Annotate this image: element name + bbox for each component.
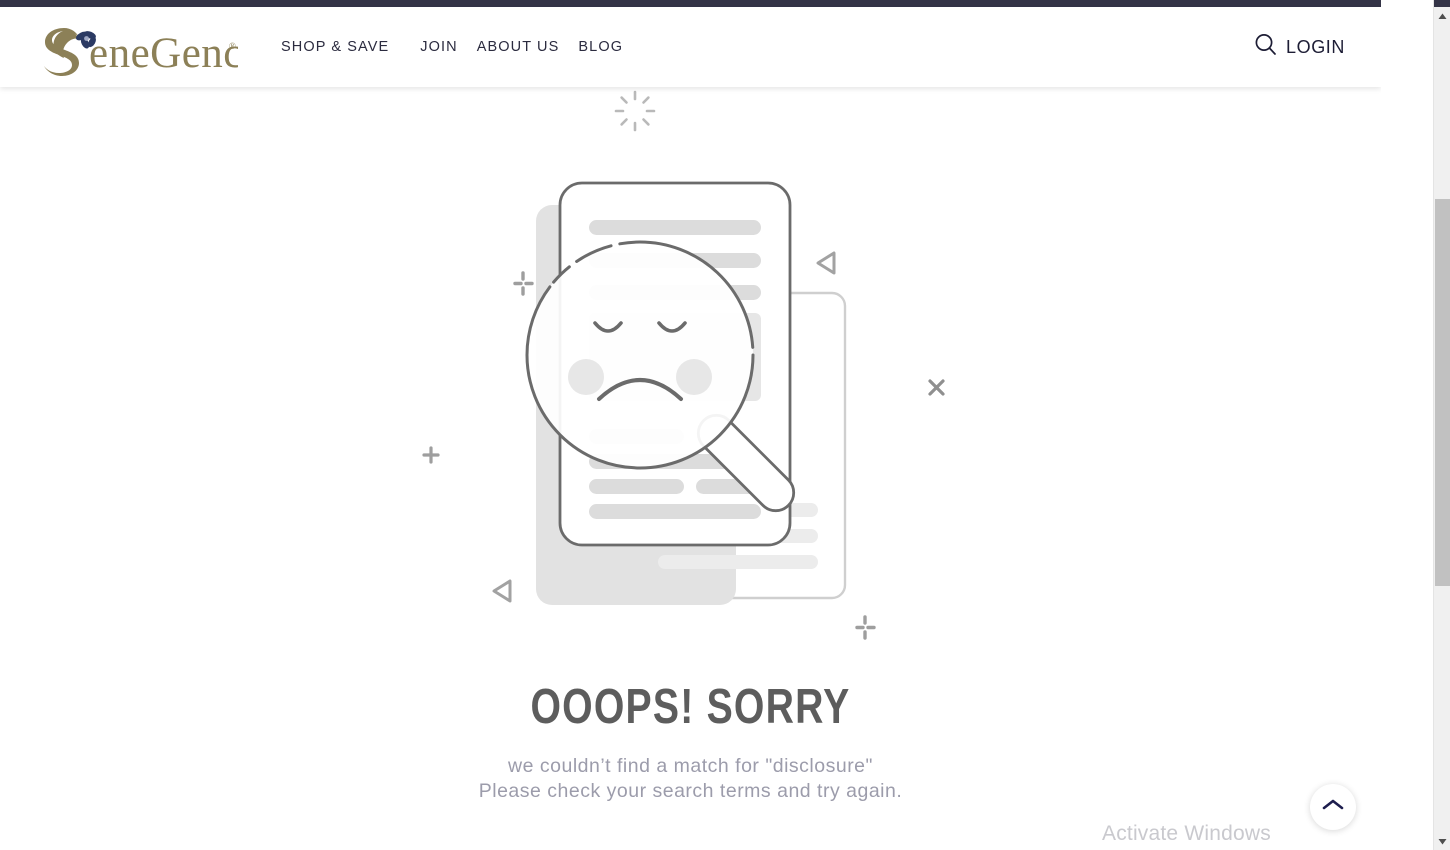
scrollbar-down-arrow[interactable]	[1434, 833, 1450, 850]
decoration-plus-left	[422, 446, 440, 464]
browser-viewport: eneGence ® SHOP & SAVE JOIN ABOUT US BLO…	[0, 0, 1450, 850]
site-header: eneGence ® SHOP & SAVE JOIN ABOUT US BLO…	[0, 7, 1381, 87]
decoration-sparkle-top-left	[513, 271, 534, 296]
decoration-cross-right	[928, 379, 945, 396]
cheek-right	[676, 359, 712, 395]
page-title: OOOPS! SORRY	[530, 680, 851, 734]
nav-link-join[interactable]: JOIN	[420, 39, 457, 55]
decoration-sparkle-bottom-right	[855, 615, 876, 640]
search-icon	[1254, 33, 1277, 61]
decoration-triangle-left	[492, 579, 512, 603]
decoration-triangle-top-right	[816, 251, 836, 275]
scroll-to-top-button[interactable]	[1310, 784, 1356, 830]
scrollbar-up-arrow[interactable]	[1434, 8, 1450, 25]
web-page: eneGence ® SHOP & SAVE JOIN ABOUT US BLO…	[0, 0, 1381, 850]
magnifier-with-sad-face	[525, 240, 755, 470]
scrollbar-top-corner	[1434, 0, 1450, 7]
svg-text:eneGence: eneGence	[89, 30, 238, 77]
vertical-scrollbar[interactable]	[1433, 0, 1450, 850]
login-label: LOGIN	[1285, 36, 1345, 57]
chevron-up-icon	[1322, 798, 1344, 817]
no-results-message: we couldn’t find a match for "disclosure…	[0, 754, 1381, 803]
no-results-message-line2: Please check your search terms and try a…	[478, 779, 903, 802]
site-logo[interactable]: eneGence ®	[33, 23, 262, 77]
triangle-down-icon	[1438, 839, 1446, 845]
no-results-message-line1: we couldn’t find a match for "disclosure…	[508, 755, 873, 777]
cheek-left	[568, 359, 604, 395]
triangle-up-icon	[1438, 13, 1446, 19]
loading-spinner-icon	[612, 88, 658, 134]
main-navigation: SHOP & SAVE JOIN ABOUT US BLOG	[281, 7, 623, 87]
nav-link-shop-and-save[interactable]: SHOP & SAVE	[281, 39, 389, 55]
login-button[interactable]: LOGIN	[1254, 7, 1345, 87]
nav-link-blog[interactable]: BLOG	[578, 39, 623, 55]
main-content: OOOPS! SORRY we couldn’t find a match fo…	[0, 87, 1381, 850]
scrollbar-thumb[interactable]	[1435, 199, 1450, 586]
nav-link-about-us[interactable]: ABOUT US	[477, 39, 560, 55]
top-accent-bar	[0, 0, 1381, 7]
windows-activation-watermark: Activate Windows	[1102, 822, 1271, 845]
no-results-illustration	[390, 145, 990, 690]
svg-text:®: ®	[229, 41, 236, 51]
